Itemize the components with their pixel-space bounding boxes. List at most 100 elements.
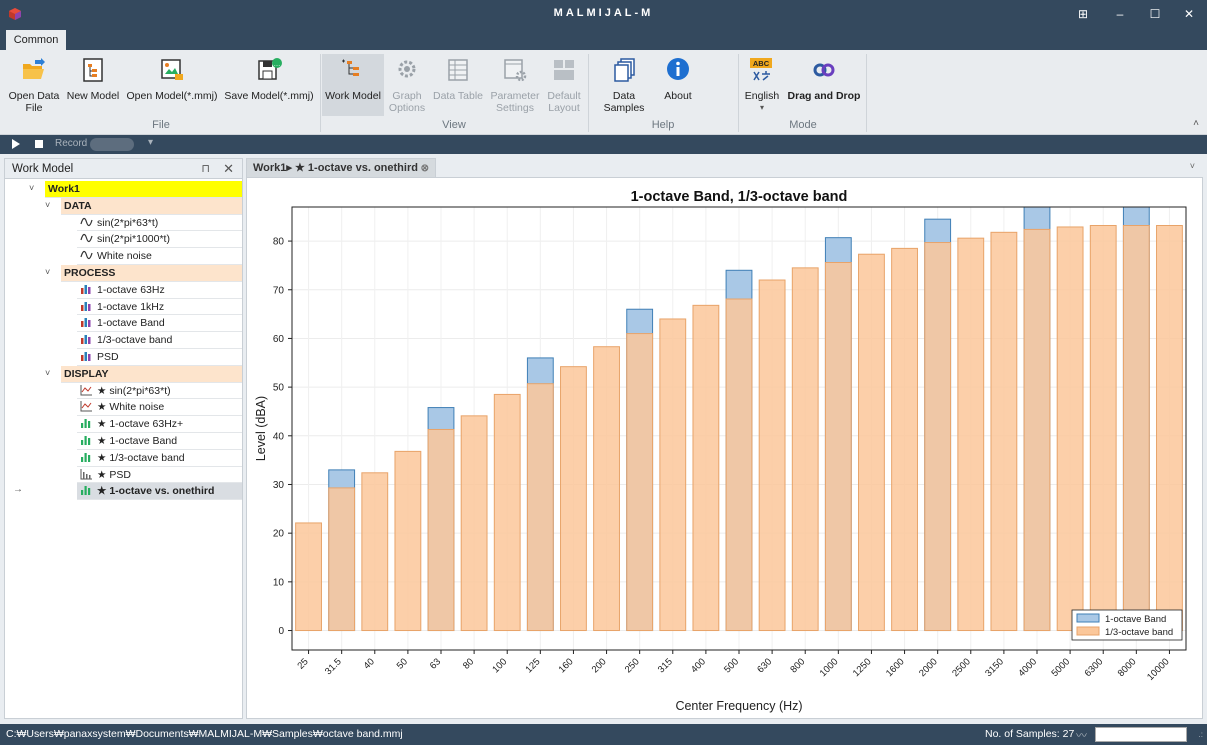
tree-item-process[interactable]: 1-octave 63Hz <box>5 282 242 299</box>
tree-root-work1[interactable]: ˅ Work1 <box>5 181 242 198</box>
third-octave-bar <box>1023 228 1051 632</box>
third-octave-bar <box>427 428 455 632</box>
open-data-file-button[interactable]: Open Data File <box>6 54 62 116</box>
tree-item[interactable]: ★ 1-octave vs. onethird <box>77 483 242 501</box>
tree-item-label: 1-octave 63Hz <box>97 283 165 296</box>
chevron-down-icon[interactable]: ˅ <box>29 183 34 193</box>
x-tick-label: 4000 <box>1016 656 1039 679</box>
x-tick-label: 63 <box>428 656 443 671</box>
tree-section-data[interactable]: ˅ DATA <box>5 197 242 215</box>
tree-item[interactable]: Work1 <box>45 181 242 198</box>
drag-and-drop-button[interactable]: Drag and Drop <box>786 54 862 116</box>
save-model-button[interactable]: … Save Model(*.mmj) <box>224 54 314 116</box>
tree-item[interactable]: 1-octave 1kHz <box>77 299 242 316</box>
tree-section-process[interactable]: ˅ PROCESS <box>5 265 242 282</box>
tree-item-process[interactable]: 1-octave Band <box>5 315 242 333</box>
tree-item[interactable]: sin(2*pi*1000*t) <box>77 231 242 249</box>
x-tick-label: 160 <box>557 656 576 675</box>
tree-item[interactable]: DISPLAY <box>61 365 242 383</box>
panel-header: Work Model ⊓ ✕ <box>5 159 242 179</box>
tree-item[interactable]: 1-octave Band <box>77 315 242 333</box>
tree-item-display[interactable]: ★ PSD <box>5 467 242 484</box>
chevron-down-icon[interactable]: ˅ <box>45 368 50 378</box>
folder-open-icon <box>23 58 45 79</box>
close-panel-icon[interactable]: ✕ <box>223 161 234 177</box>
close-tab-icon[interactable]: ⊗ <box>421 159 429 178</box>
chevron-down-icon[interactable]: ˅ <box>45 267 50 277</box>
tree-item[interactable]: 1-octave 63Hz <box>77 282 242 299</box>
third-octave-bar <box>791 267 819 632</box>
tree-item[interactable]: PSD <box>77 349 242 366</box>
default-layout-button[interactable]: Default Layout <box>544 54 584 116</box>
tree-item-display[interactable]: ★ 1/3-octave band <box>5 450 242 467</box>
status-dropdown[interactable] <box>1095 727 1187 742</box>
tab-common[interactable]: Common <box>6 30 66 50</box>
tree-item-label: ★ White noise <box>97 401 165 414</box>
about-button[interactable]: About <box>660 54 696 116</box>
document-menu-chevron-icon[interactable]: ˅ <box>1190 161 1195 171</box>
data-table-button[interactable]: Data Table <box>432 54 484 116</box>
graph-options-button[interactable]: Graph Options <box>386 54 428 116</box>
ribbon: Open Data File New Model Open Model(*.mm… <box>0 50 1207 135</box>
tree-item-process[interactable]: PSD <box>5 349 242 366</box>
data-samples-button[interactable]: Data Samples <box>592 54 656 116</box>
close-window-button[interactable]: ✕ <box>1174 4 1204 24</box>
legend-label: 1-octave Band <box>1105 614 1166 625</box>
y-tick-label: 40 <box>273 431 285 442</box>
tree-item[interactable]: 1/3-octave band <box>77 332 242 349</box>
tree-item[interactable]: DATA <box>61 197 242 215</box>
open-model-button[interactable]: Open Model(*.mmj) <box>126 54 218 116</box>
tree-item[interactable]: ★ 1-octave Band <box>77 433 242 450</box>
x-axis-label: Center Frequency (Hz) <box>675 699 802 713</box>
x-tick-label: 200 <box>590 656 609 675</box>
tree-item[interactable]: sin(2*pi*63*t) <box>77 215 242 232</box>
stop-icon[interactable] <box>35 140 43 148</box>
tree-item-process[interactable]: 1/3-octave band <box>5 332 242 349</box>
pin-icon[interactable]: ⊓ <box>201 162 210 175</box>
x-tick-label: 8000 <box>1116 656 1139 679</box>
record-label: Record <box>55 138 88 149</box>
new-model-button[interactable]: New Model <box>66 54 120 116</box>
parameter-settings-icon <box>504 59 527 82</box>
chevron-down-icon[interactable]: ˅ <box>45 200 50 210</box>
tree-item-display[interactable]: ★ 1-octave vs. onethird → <box>5 483 242 501</box>
x-tick-label: 6300 <box>1083 656 1106 679</box>
current-row-arrow-icon: → <box>13 484 23 496</box>
tree-item-display[interactable]: ★ sin(2*pi*63*t) <box>5 383 242 400</box>
tree-item[interactable]: ★ 1/3-octave band <box>77 450 242 467</box>
tree-item[interactable]: ★ 1-octave 63Hz+ <box>77 416 242 433</box>
language-dropdown[interactable]: ABC English ▾ <box>742 54 782 116</box>
tree-item-data[interactable]: sin(2*pi*63*t) <box>5 215 242 232</box>
x-tick-label: 1000 <box>818 656 841 679</box>
record-dropdown[interactable]: ▾ <box>148 137 153 148</box>
maximize-button[interactable]: ☐ <box>1140 4 1170 24</box>
work-model-button[interactable]: Work Model <box>322 54 384 116</box>
restore-layout-button[interactable]: ⊞ <box>1068 4 1098 24</box>
tree-item[interactable]: ★ sin(2*pi*63*t) <box>77 383 242 400</box>
tree-item[interactable]: PROCESS <box>61 265 242 282</box>
tree-item-label: 1/3-octave band <box>97 334 173 347</box>
minimize-button[interactable]: – <box>1105 4 1135 24</box>
tree-item-display[interactable]: ★ White noise <box>5 399 242 417</box>
tree-item-data[interactable]: sin(2*pi*1000*t) <box>5 231 242 249</box>
record-toggle[interactable] <box>90 138 134 151</box>
tree-item-process[interactable]: 1-octave 1kHz <box>5 299 242 316</box>
legend-label: 1/3-octave band <box>1105 627 1173 638</box>
tree-item-data[interactable]: White noise <box>5 248 242 265</box>
tree-item-display[interactable]: ★ 1-octave 63Hz+ <box>5 416 242 433</box>
x-tick-label: 80 <box>461 656 476 671</box>
play-icon[interactable] <box>12 139 20 149</box>
tree-item[interactable]: ★ White noise <box>77 399 242 417</box>
document-tab[interactable]: Work1▸ ★ 1-octave vs. onethird ⊗ <box>246 158 436 178</box>
tree-item[interactable]: White noise <box>77 248 242 265</box>
tree-item-label: sin(2*pi*1000*t) <box>97 233 170 246</box>
signal-icon <box>80 234 93 243</box>
tree-item-display[interactable]: ★ 1-octave Band <box>5 433 242 450</box>
x-tick-label: 800 <box>788 656 807 675</box>
group-label-file: File <box>152 119 170 131</box>
third-octave-bar <box>560 366 587 632</box>
collapse-ribbon-button[interactable]: ˄ <box>1193 118 1199 129</box>
tree-item[interactable]: ★ PSD <box>77 467 242 484</box>
tree-section-display[interactable]: ˅ DISPLAY <box>5 365 242 383</box>
parameter-settings-button[interactable]: Parameter Settings <box>488 54 542 116</box>
